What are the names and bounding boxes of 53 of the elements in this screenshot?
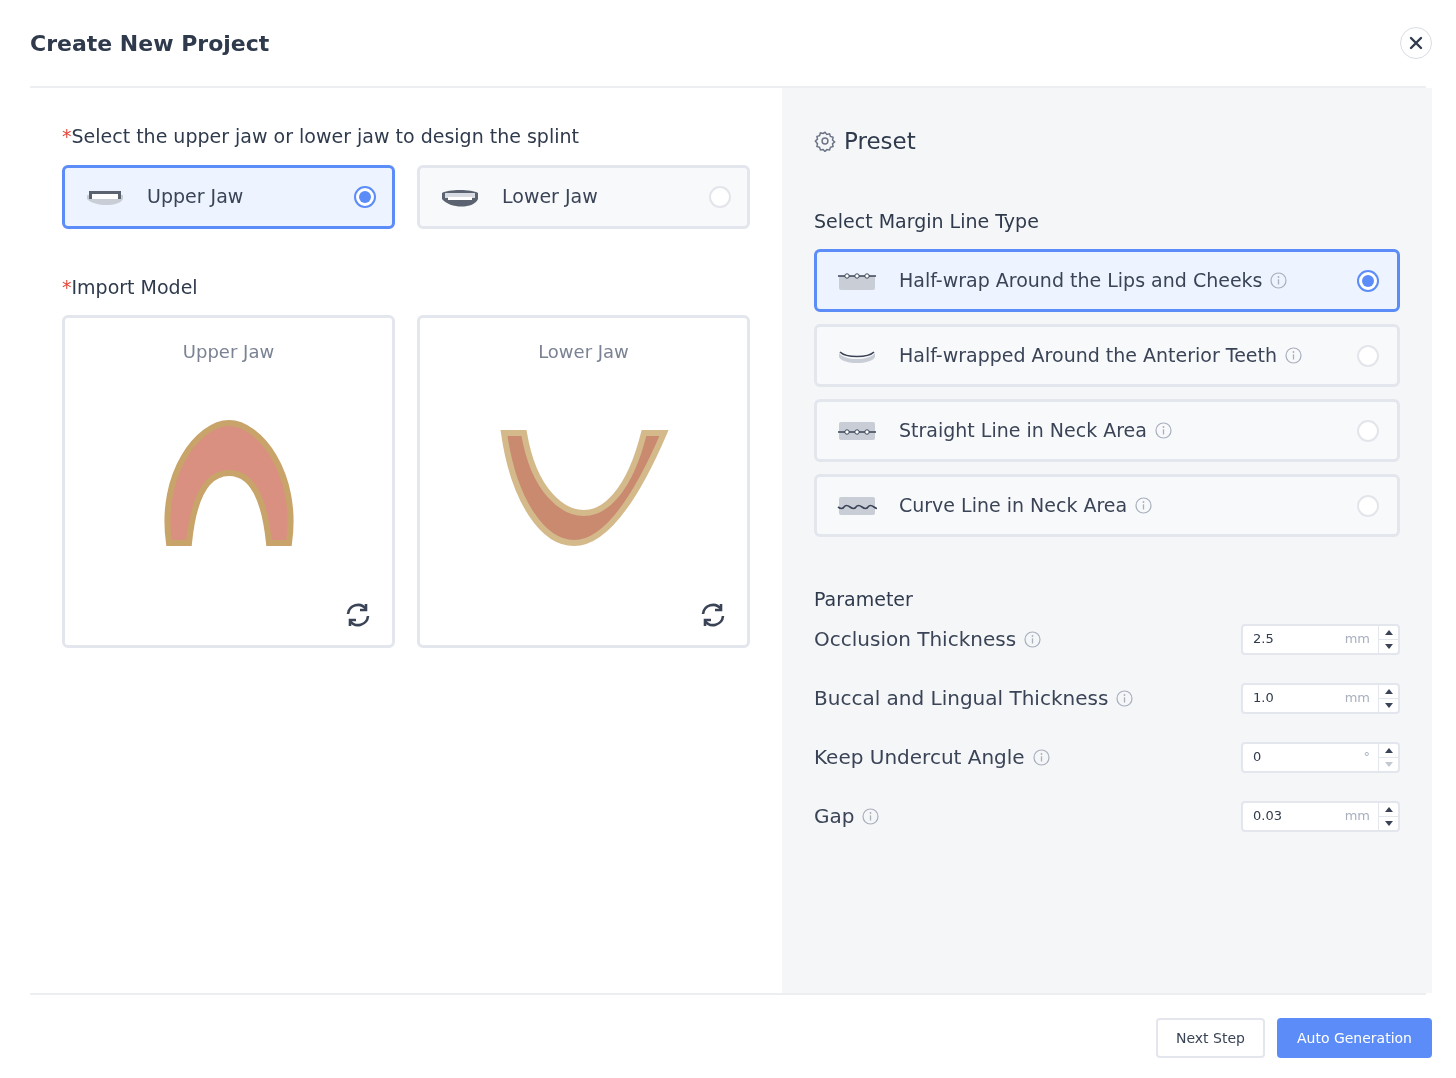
number-field[interactable]: 1.0 mm xyxy=(1241,682,1400,714)
info-icon[interactable] xyxy=(1032,748,1050,766)
parameter-label: Keep Undercut Angle xyxy=(814,744,1025,771)
caret-up-icon xyxy=(1384,629,1393,635)
caret-down-icon xyxy=(1384,820,1393,826)
margin-type-option[interactable]: Curve Line in Neck Area xyxy=(814,474,1400,537)
required-mark: * xyxy=(62,274,72,300)
number-field[interactable]: 0.03 mm xyxy=(1241,800,1400,832)
import-model-label: Import Model xyxy=(71,274,198,300)
model-card[interactable]: Lower Jaw xyxy=(417,315,750,648)
margin-type-option[interactable]: Straight Line in Neck Area xyxy=(814,399,1400,462)
parameter-label: Parameter xyxy=(814,587,914,612)
caret-down-icon xyxy=(1384,761,1393,767)
model-card[interactable]: Upper Jaw xyxy=(62,315,395,648)
caret-up-icon xyxy=(1384,747,1393,753)
preset-title: Preset xyxy=(844,127,916,156)
caret-down-icon xyxy=(1384,643,1393,649)
parameter-label: Occlusion Thickness xyxy=(814,626,1017,653)
number-field[interactable]: 0 ° xyxy=(1241,741,1400,773)
jaw-select-label: Select the upper jaw or lower jaw to design the splint xyxy=(71,124,579,149)
margin-type-option[interactable]: Half-wrap Around the Lips and Cheeks xyxy=(814,249,1400,312)
refresh-icon[interactable] xyxy=(699,601,727,629)
required-mark: * xyxy=(62,124,72,149)
unit-label: ° xyxy=(1363,748,1371,767)
unit-label: mm xyxy=(1344,689,1371,708)
info-icon[interactable] xyxy=(1270,272,1288,289)
model-label: Lower Jaw xyxy=(538,340,629,364)
info-icon[interactable] xyxy=(1024,630,1042,648)
jaw-option[interactable]: Lower Jaw xyxy=(417,164,750,229)
caret-down-icon xyxy=(1384,702,1393,708)
parameter-label: Buccal and Lingual Thickness xyxy=(814,685,1109,712)
unit-label: mm xyxy=(1344,630,1371,649)
caret-up-icon xyxy=(1384,806,1393,812)
info-icon[interactable] xyxy=(1135,497,1153,514)
refresh-icon[interactable] xyxy=(344,601,372,629)
info-icon[interactable] xyxy=(862,807,880,825)
model-label: Upper Jaw xyxy=(182,340,275,364)
jaw-option[interactable]: Upper Jaw xyxy=(62,164,395,229)
info-icon[interactable] xyxy=(1154,422,1172,439)
dialog-title: Create New Project xyxy=(30,29,270,58)
close-icon xyxy=(1409,36,1423,50)
caret-up-icon xyxy=(1384,688,1393,694)
gear-icon xyxy=(814,130,836,153)
radio-button[interactable] xyxy=(354,185,376,208)
parameter-label: Gap xyxy=(814,803,855,830)
info-icon[interactable] xyxy=(1285,347,1303,364)
next-step-button[interactable]: Next Step xyxy=(1156,1018,1265,1058)
radio-button[interactable] xyxy=(1357,269,1379,292)
margin-type-option[interactable]: Half-wrapped Around the Anterior Teeth xyxy=(814,324,1400,387)
number-field[interactable]: 2.5 mm xyxy=(1241,623,1400,655)
margin-type-label: Select Margin Line Type xyxy=(814,208,1040,234)
info-icon[interactable] xyxy=(1116,689,1134,707)
unit-label: mm xyxy=(1344,807,1371,826)
